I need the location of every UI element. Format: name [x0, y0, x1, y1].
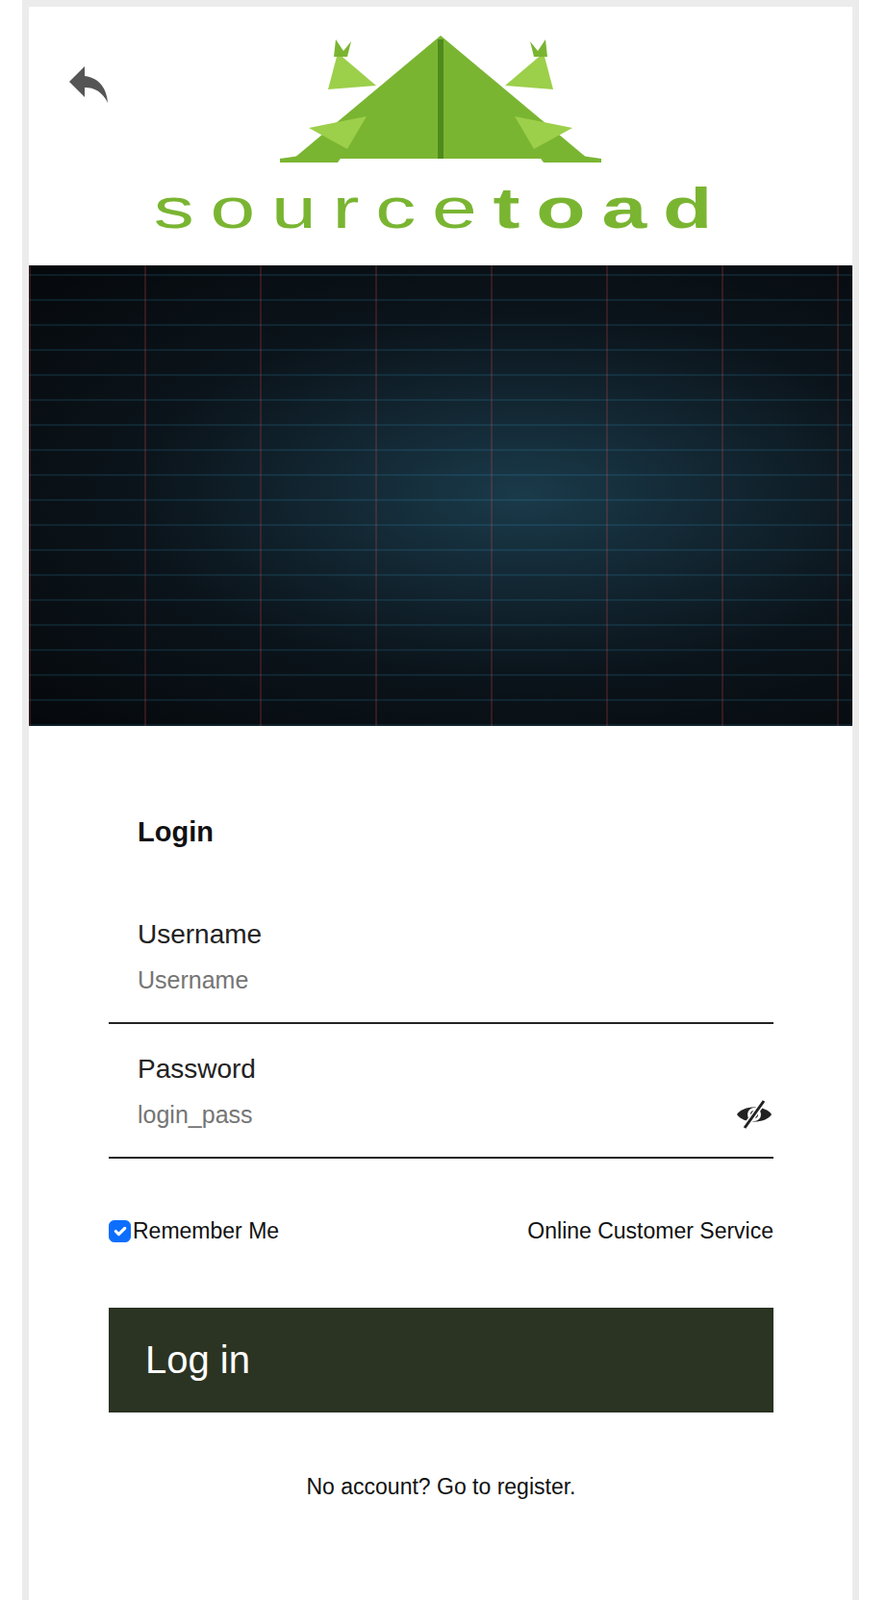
remember-checkbox[interactable]: [108, 1220, 131, 1243]
field-label: Username: [137, 918, 774, 952]
login-title: Login: [108, 814, 774, 850]
sourcetoad-logo: sourcetoad: [28, 6, 853, 238]
field-input-row: [137, 1099, 774, 1131]
customer-service-link[interactable]: Online Customer Service: [527, 1215, 774, 1249]
remember-me[interactable]: Remember Me: [108, 1215, 279, 1249]
eye-slash-icon[interactable]: [734, 1099, 774, 1131]
logo-text-bold: toad: [492, 176, 729, 241]
field-label: Password: [137, 1053, 774, 1087]
login-page: sourcetoad Login Username Password Remember …: [22, 0, 860, 1600]
field-input-row: [137, 964, 774, 996]
hero-image: [28, 265, 853, 727]
toad-icon: [279, 35, 602, 163]
form-field: Username: [108, 889, 774, 1025]
login-form: Login Username Password Remember Me Online C…: [28, 814, 853, 1562]
form-field: Password: [108, 1024, 774, 1160]
back-arrow-icon[interactable]: [65, 60, 112, 107]
password-input[interactable]: [137, 1099, 726, 1131]
login-button[interactable]: Log in: [108, 1308, 774, 1414]
page-header: sourcetoad: [28, 6, 853, 266]
remember-label: Remember Me: [132, 1215, 279, 1249]
register-link[interactable]: No account? Go to register.: [108, 1470, 774, 1505]
username-input[interactable]: [137, 964, 774, 996]
logo-text-light: source: [152, 176, 493, 241]
options-row: Remember Me Online Customer Service: [108, 1215, 774, 1249]
logo-text: sourcetoad: [152, 179, 728, 238]
